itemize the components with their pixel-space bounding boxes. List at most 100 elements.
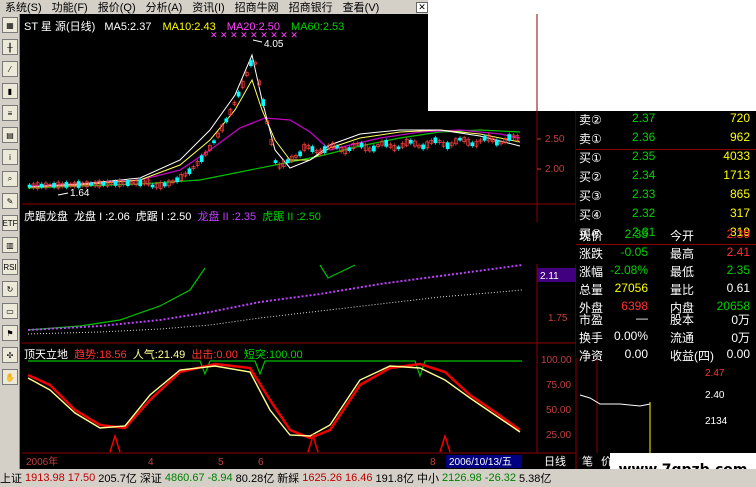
quote-value: 2.39 xyxy=(726,227,750,241)
quote-key: 现价 xyxy=(579,229,604,243)
overlay-box xyxy=(205,222,577,264)
quote-key: 市盈 xyxy=(579,313,604,327)
order-volume: 1713 xyxy=(723,168,750,182)
quote-key: 今开 xyxy=(670,229,695,243)
quote-value: 0.00 xyxy=(624,347,648,361)
quote-key: 最低 xyxy=(670,265,695,279)
zx-label[interactable]: 中小 xyxy=(417,470,439,486)
order-label: 买① xyxy=(579,151,602,165)
quote-key: 收益(四) xyxy=(670,349,714,363)
order-book-row[interactable]: 买④ 2.32 317 xyxy=(576,206,756,225)
sh-change: 17.50 xyxy=(67,472,96,484)
order-label: 买③ xyxy=(579,189,602,203)
ind2-legend: 顶天立地 趋势:18.56 人气:21.49 出击:0.00 短突:100.00 xyxy=(24,346,303,362)
ind2-short: 短突:100.00 xyxy=(243,349,303,361)
tab-ticks[interactable]: 笔 xyxy=(578,453,597,469)
ma20-line xyxy=(27,117,521,187)
ind2-ytick-50: 50.00 xyxy=(546,405,571,416)
candle-series xyxy=(27,58,520,191)
ind1-l2: 虎踞 I :2.50 xyxy=(135,211,192,223)
sz-amount: 80.28亿 xyxy=(235,473,275,485)
zx-amount: 5.38亿 xyxy=(519,473,552,485)
quote-value: 0万 xyxy=(731,331,750,345)
period-label[interactable]: 日线 xyxy=(544,454,566,468)
zx-change: -26.32 xyxy=(484,472,516,484)
order-volume: 962 xyxy=(729,130,750,144)
order-volume: 865 xyxy=(729,187,750,201)
sz-change: -8.94 xyxy=(207,472,233,484)
out-red-spike xyxy=(109,433,121,453)
quote-key: 换手 xyxy=(579,331,604,345)
quote-row: 涨跌 -0.05 最高 2.41 xyxy=(576,245,756,264)
ind2-ytick-100: 100.00 xyxy=(541,355,572,366)
stock-title: ST 星 源(日线) xyxy=(24,21,96,33)
order-price: 2.33 xyxy=(632,187,656,201)
order-price: 2.35 xyxy=(632,149,656,163)
order-price: 2.34 xyxy=(632,168,656,182)
ind2-name: 顶天立地 xyxy=(24,349,68,361)
quote-value: 0.61 xyxy=(726,281,750,295)
mini-chart: 2.47 2.40 2134 xyxy=(579,358,728,453)
order-label: 卖① xyxy=(579,132,602,146)
order-label: 买④ xyxy=(579,208,602,222)
order-book-row[interactable]: 买① 2.35 4033 xyxy=(576,149,756,168)
quote-value: 2.35 xyxy=(726,263,750,277)
ma10-line xyxy=(27,78,521,188)
ma60-label: MA60:2.53 xyxy=(291,21,345,33)
ind2-ytick-75: 75.00 xyxy=(546,380,571,391)
quote-key: 股本 xyxy=(670,313,695,327)
quote-value: 2.41 xyxy=(726,245,750,259)
ind2-pop: 人气:21.49 xyxy=(132,349,186,361)
order-volume: 4033 xyxy=(723,149,750,163)
quote-key: 净资 xyxy=(579,349,604,363)
indicator2-chart: 100.00 75.00 50.00 25.00 xyxy=(27,355,572,453)
nb-change: 16.46 xyxy=(344,472,373,484)
ind1-green-line2 xyxy=(319,264,356,279)
order-price: 2.37 xyxy=(632,111,656,125)
quote-key: 涨跌 xyxy=(579,247,604,261)
order-book-row[interactable]: 买② 2.34 1713 xyxy=(576,168,756,187)
sh-amount: 205.7亿 xyxy=(98,473,137,485)
quote-value: 2.35 xyxy=(624,227,648,241)
mini-price-line xyxy=(579,394,651,407)
indicator1-chart: 2.11 1.75 xyxy=(27,264,576,335)
quote-row: 涨幅 -2.08% 最低 2.35 xyxy=(576,263,756,282)
quote-value: 27056 xyxy=(614,281,648,295)
quote-value: — xyxy=(636,311,648,325)
ma5-label: MA5:2.37 xyxy=(104,21,152,33)
ma10-label: MA10:2.43 xyxy=(162,21,216,33)
quote-key: 最高 xyxy=(670,247,695,261)
ind2-trend: 趋势:18.56 xyxy=(74,349,127,361)
ytick-2.50: 2.50 xyxy=(545,134,565,145)
nb-label[interactable]: 新綵 xyxy=(277,470,299,486)
order-price: 2.36 xyxy=(632,130,656,144)
ind1-ytick: 1.75 xyxy=(548,313,568,324)
trend-red-line xyxy=(27,362,521,440)
order-book-row[interactable]: 买③ 2.33 865 xyxy=(576,187,756,206)
ind1-purple-line xyxy=(27,264,523,331)
quote-row: 现价 2.35 今开 2.39 xyxy=(576,227,756,246)
mini-price-mid: 2.40 xyxy=(705,390,725,401)
order-book-row[interactable]: 卖① 2.36 962 xyxy=(576,130,756,149)
mini-volume: 2134 xyxy=(705,416,728,427)
ma20-label: MA20:2.50 xyxy=(226,21,280,33)
order-book-row[interactable]: 卖② 2.37 720 xyxy=(576,111,756,130)
quote-value: 0.00% xyxy=(613,329,648,343)
ytick-2.00: 2.00 xyxy=(545,164,565,175)
quote-row: 换手 0.00% 流通 0万 xyxy=(576,329,756,348)
quote-row: 净资 0.00 收益(四) 0.00 xyxy=(576,347,756,366)
ma5-line xyxy=(27,53,521,188)
xaxis-mark-8: 8 xyxy=(430,457,436,468)
ind1-name: 虎踞龙盘 xyxy=(24,211,68,223)
quote-key: 涨幅 xyxy=(579,265,604,279)
quote-panel: 卖② 2.37 720 卖① 2.36 962 买① 2.35 4033 买② 2.34 1713 买③… xyxy=(576,111,756,363)
xaxis-mark-5: 5 xyxy=(218,457,224,468)
nb-value: 1625.26 xyxy=(302,472,342,484)
sz-label[interactable]: 深证 xyxy=(140,470,162,486)
quote-row: 市盈 — 股本 0万 xyxy=(576,311,756,330)
sh-label[interactable]: 上证 xyxy=(0,470,22,486)
quote-key: 量比 xyxy=(670,283,695,297)
current-date: 2006/10/13/五 xyxy=(449,457,512,468)
xaxis-year: 2006年 xyxy=(26,455,58,468)
zx-value: 2126.98 xyxy=(442,472,482,484)
